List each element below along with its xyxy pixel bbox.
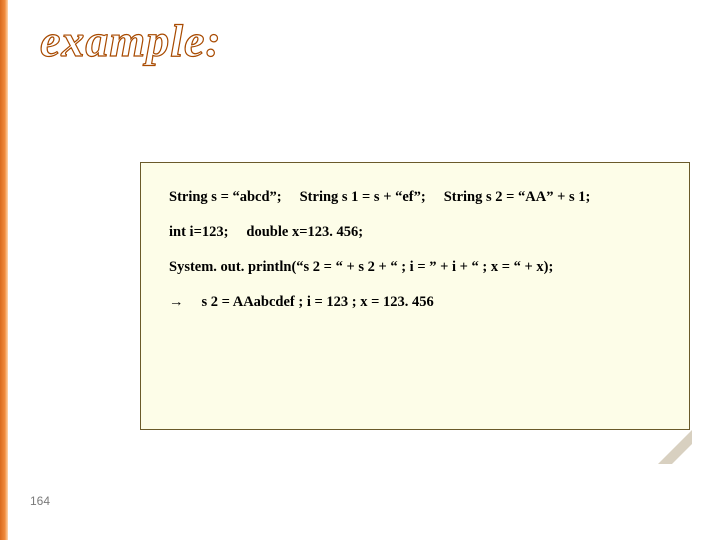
code-example-box: String s = “abcd”; String s 1 = s + “ef”;… [140,162,690,430]
code-line-4: → s 2 = AAabcdef ; i = 123 ; x = 123. 456 [169,294,667,311]
code-line-3: System. out. println(“s 2 = “ + s 2 + “ … [169,259,667,276]
code-fragment: System. out. println(“s 2 = “ + s 2 + “ … [169,259,553,275]
code-fragment: String s 2 = “AA” + s 1; [444,189,591,205]
page-number: 164 [30,494,50,508]
code-line-2: int i=123; double x=123. 456; [169,224,667,241]
arrow-icon: → [169,294,184,310]
code-output: s 2 = AAabcdef ; i = 123 ; x = 123. 456 [202,294,434,310]
code-line-1: String s = “abcd”; String s 1 = s + “ef”;… [169,189,667,206]
code-fragment: String s = “abcd”; [169,189,282,205]
accent-bar [0,0,8,540]
code-fragment: String s 1 = s + “ef”; [300,189,426,205]
slide-title: example: [40,14,222,67]
code-fragment: double x=123. 456; [246,224,363,240]
corner-decoration-icon [656,428,692,464]
code-fragment: int i=123; [169,224,228,240]
